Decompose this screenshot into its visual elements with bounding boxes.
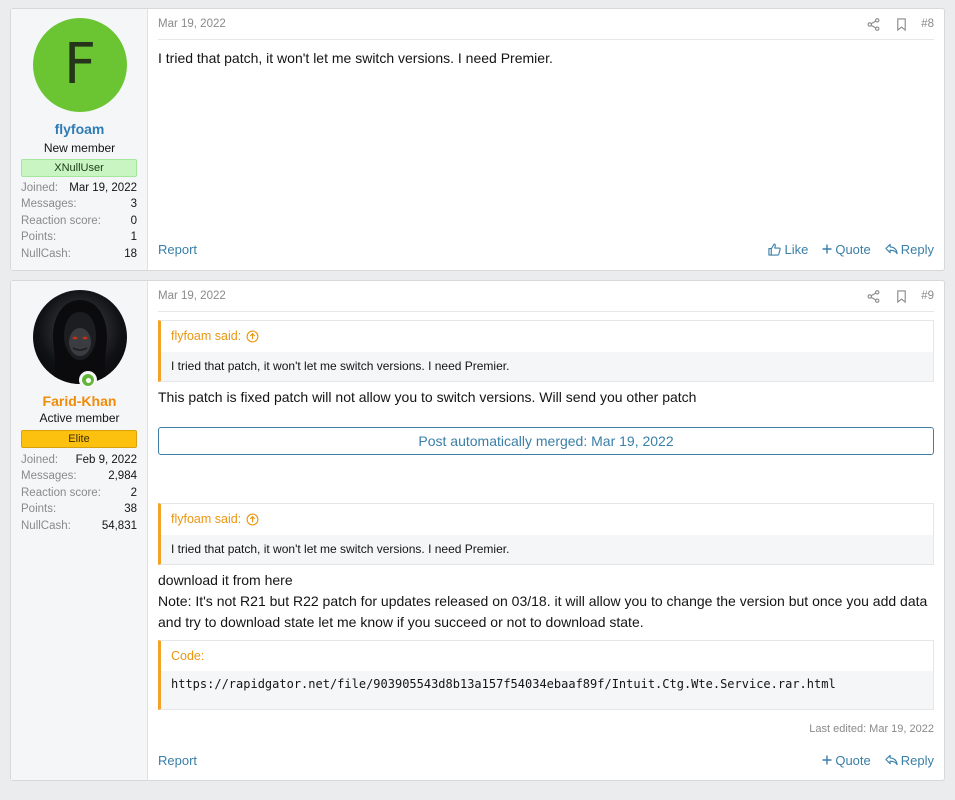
post-body: This patch is fixed patch will not allow… (158, 389, 697, 405)
stat-messages: Messages: 2,984 (21, 468, 137, 484)
post-number[interactable]: #8 (921, 18, 934, 30)
post-number[interactable]: #9 (921, 290, 934, 302)
merged-notice: Post automatically merged: Mar 19, 2022 (158, 427, 934, 455)
plus-icon (822, 244, 832, 254)
bookmark-icon[interactable] (893, 288, 909, 304)
quote-block: flyfoam said: I tried that patch, it won… (158, 320, 934, 382)
post-8: F flyfoam New member XNullUser Joined: Ma… (10, 8, 945, 271)
username[interactable]: Farid-Khan (11, 393, 148, 409)
reply-icon (885, 754, 898, 766)
stat-label: Points: (21, 503, 57, 516)
report-link[interactable]: Report (158, 242, 197, 257)
bookmark-icon[interactable] (893, 16, 909, 32)
stat-value: 1 (130, 231, 137, 244)
stat-joined: Joined: Feb 9, 2022 (21, 452, 137, 468)
thumbs-up-icon (768, 243, 782, 256)
stat-label: Joined: (21, 454, 59, 466)
post-content: Mar 19, 2022 #9 flyfoam said: I tried th… (148, 281, 944, 780)
user-title: New member (43, 141, 116, 155)
post-date[interactable]: Mar 19, 2022 (158, 18, 226, 30)
quote-label: Quote (835, 752, 871, 768)
last-edited: Last edited: Mar 19, 2022 (809, 723, 934, 735)
stat-label: NullCash: (21, 519, 71, 532)
stat-label: Messages: (21, 198, 77, 211)
username[interactable]: flyfoam (11, 121, 148, 137)
user-stats: Joined: Mar 19, 2022 Messages: 3 Reaction … (21, 180, 137, 262)
post-body-note: Note: It's not R21 but R22 patch for upd… (158, 593, 928, 630)
stat-label: Reaction score: (21, 486, 101, 499)
stat-messages: Messages: 3 (21, 196, 137, 212)
stat-nullcash: NullCash: 54,831 (21, 518, 137, 534)
stat-value: 2,984 (108, 470, 137, 483)
stat-reaction-score: Reaction score: 0 (21, 213, 137, 229)
quote-button[interactable]: Quote (822, 241, 871, 257)
arrow-up-circle-icon[interactable] (246, 513, 259, 526)
code-block: Code: https://rapidgator.net/file/903905… (158, 640, 934, 710)
stat-label: NullCash: (21, 247, 71, 260)
user-badge: Elite (21, 430, 137, 448)
share-icon[interactable] (865, 288, 881, 304)
like-button[interactable]: Like (768, 242, 808, 257)
quote-button[interactable]: Quote (822, 752, 871, 768)
stat-label: Points: (21, 231, 57, 244)
stat-value: Mar 19, 2022 (69, 182, 137, 194)
quote-block: flyfoam said: I tried that patch, it won… (158, 503, 934, 565)
reply-icon (885, 243, 898, 255)
online-status-icon (79, 371, 97, 389)
reply-button[interactable]: Reply (885, 242, 934, 257)
quote-text: I tried that patch, it won't let me swit… (171, 542, 510, 556)
user-info-panel: F flyfoam New member XNullUser Joined: Ma… (11, 9, 148, 270)
user-info-panel: Farid-Khan Active member Elite Joined: Fe… (11, 281, 148, 780)
code-text[interactable]: https://rapidgator.net/file/903905543d8b… (161, 671, 933, 709)
avatar[interactable] (33, 290, 127, 384)
like-label: Like (784, 241, 809, 257)
user-title: Active member (39, 411, 120, 425)
quote-author[interactable]: flyfoam said: (171, 504, 241, 535)
report-link[interactable]: Report (158, 753, 197, 768)
hooded-figure-icon (51, 300, 109, 384)
reply-label: Reply (900, 752, 934, 768)
post-footer: Report Like Quote Reply (158, 239, 934, 259)
reply-label: Reply (900, 241, 934, 257)
stat-reaction-score: Reaction score: 2 (21, 485, 137, 501)
reply-button[interactable]: Reply (885, 753, 934, 768)
stat-points: Points: 38 (21, 501, 137, 517)
stat-joined: Joined: Mar 19, 2022 (21, 180, 137, 196)
post-header: Mar 19, 2022 #9 (158, 281, 934, 312)
avatar[interactable]: F (33, 18, 127, 112)
user-badge: XNullUser (21, 159, 137, 177)
quote-header[interactable]: flyfoam said: (161, 321, 933, 352)
stat-label: Joined: (21, 182, 59, 194)
plus-icon (822, 755, 832, 765)
arrow-up-circle-icon[interactable] (246, 330, 259, 343)
post-9: Farid-Khan Active member Elite Joined: Fe… (10, 280, 945, 781)
stat-label: Messages: (21, 470, 77, 483)
post-body: I tried that patch, it won't let me swit… (158, 50, 553, 66)
code-label: Code: (161, 641, 933, 671)
stat-value: 0 (130, 214, 137, 227)
share-icon[interactable] (865, 16, 881, 32)
post-body-line-1: download it from here (158, 572, 293, 588)
quote-label: Quote (835, 241, 871, 257)
stat-value: 2 (130, 486, 137, 499)
post-content: Mar 19, 2022 #8 I tried that patch, it w… (148, 9, 944, 270)
stat-nullcash: NullCash: 18 (21, 246, 137, 262)
quote-header[interactable]: flyfoam said: (161, 504, 933, 535)
post-footer: Report Quote Reply (158, 750, 934, 770)
post-header: Mar 19, 2022 #8 (158, 9, 934, 40)
quote-author[interactable]: flyfoam said: (171, 321, 241, 352)
stat-value: 54,831 (101, 519, 137, 532)
stat-points: Points: 1 (21, 229, 137, 245)
post-date[interactable]: Mar 19, 2022 (158, 290, 226, 302)
stat-value: Feb 9, 2022 (75, 454, 137, 466)
stat-value: 18 (124, 247, 137, 260)
stat-value: 38 (124, 503, 137, 516)
stat-label: Reaction score: (21, 214, 101, 227)
user-stats: Joined: Feb 9, 2022 Messages: 2,984 Reacti… (21, 452, 137, 534)
stat-value: 3 (130, 198, 137, 211)
quote-text: I tried that patch, it won't let me swit… (171, 359, 510, 373)
